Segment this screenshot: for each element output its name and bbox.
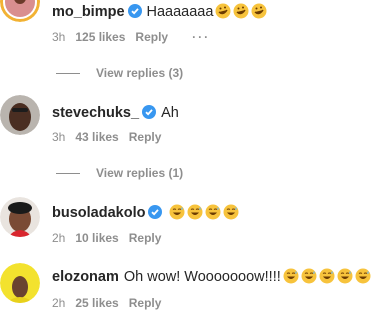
timestamp: 2h [52,296,66,310]
grinning-sweat-emoji-icon [319,268,335,284]
view-replies-label: View replies (3) [96,66,184,80]
rofl-emoji-icon [251,3,267,19]
reply-button[interactable]: Reply [129,130,162,144]
rofl-emoji-icon [215,3,231,19]
comment-text: Oh wow! Wooooooow!!!! [123,269,281,285]
grinning-sweat-emoji-icon [355,268,371,284]
comment-text: Ah [161,105,179,121]
divider [56,173,80,175]
verified-badge-icon [142,105,157,119]
grinning-sweat-emoji-icon [223,204,239,220]
rofl-emoji-icon [233,3,249,19]
avatar[interactable] [0,0,40,22]
emoji-group [213,3,267,20]
username[interactable]: elozonam [52,269,119,285]
username[interactable]: busoladakolo [52,205,145,221]
likes-count[interactable]: 125 likes [75,30,125,44]
avatar[interactable] [0,197,40,237]
username[interactable]: mo_bimpe [52,4,125,20]
comment-text: Haaaaaaa [146,4,214,20]
grinning-sweat-emoji-icon [283,268,299,284]
view-replies-button[interactable]: View replies (3) [56,66,183,80]
likes-count[interactable]: 10 likes [75,231,118,245]
reply-button[interactable]: Reply [129,296,162,310]
grinning-sweat-emoji-icon [205,204,221,220]
view-replies-label: View replies (1) [96,166,184,180]
grinning-sweat-emoji-icon [169,204,185,220]
verified-badge-icon [148,205,163,219]
divider [56,73,80,75]
reply-button[interactable]: Reply [135,30,168,44]
verified-badge-icon [127,4,142,18]
emoji-group [167,204,239,221]
more-options-icon[interactable]: ··· [192,30,210,44]
likes-count[interactable]: 25 likes [75,296,118,310]
emoji-group [281,268,371,285]
reply-button[interactable]: Reply [129,231,162,245]
avatar[interactable] [0,95,40,135]
grinning-sweat-emoji-icon [301,268,317,284]
timestamp: 3h [52,30,66,44]
likes-count[interactable]: 43 likes [75,130,118,144]
grinning-sweat-emoji-icon [337,268,353,284]
timestamp: 2h [52,231,66,245]
grinning-sweat-emoji-icon [187,204,203,220]
view-replies-button[interactable]: View replies (1) [56,166,183,180]
timestamp: 3h [52,130,66,144]
username[interactable]: stevechuks_ [52,105,139,121]
avatar[interactable] [0,263,40,303]
